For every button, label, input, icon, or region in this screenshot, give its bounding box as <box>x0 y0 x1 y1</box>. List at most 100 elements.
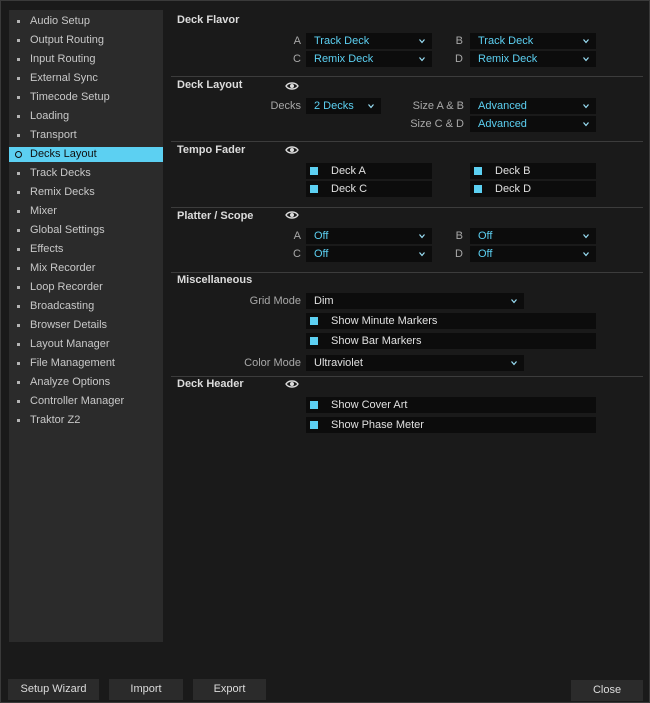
bullet-icon <box>17 229 20 232</box>
sidebar-item-label: Effects <box>30 243 64 255</box>
sidebar-item-label: Broadcasting <box>30 300 95 312</box>
sidebar-item-label: Loading <box>30 110 70 122</box>
sidebar-item-mix-recorder[interactable]: Mix Recorder <box>9 261 163 276</box>
deck-d-label: D <box>455 53 463 65</box>
show-phase-meter-checkbox[interactable]: Show Phase Meter <box>306 417 596 433</box>
chevron-down-icon <box>583 122 589 127</box>
chevron-down-icon <box>583 234 589 239</box>
bullet-icon <box>17 191 20 194</box>
decks-count-select[interactable]: 2 Decks <box>306 98 381 114</box>
deck-b-label: B <box>455 35 463 47</box>
import-button[interactable]: Import <box>109 679 183 700</box>
bullet-icon <box>17 115 20 118</box>
checkbox-checked-icon <box>310 185 318 193</box>
bullet-icon <box>17 77 20 80</box>
size-cd-select[interactable]: Advanced <box>470 116 596 132</box>
chevron-down-icon <box>419 252 425 257</box>
sidebar-item-transport[interactable]: Transport <box>9 128 163 143</box>
decks-layout-panel: Deck Flavor A Track Deck B Track Deck C … <box>171 10 643 642</box>
eye-icon[interactable] <box>285 210 299 220</box>
sidebar-item-output-routing[interactable]: Output Routing <box>9 33 163 48</box>
size-ab-select[interactable]: Advanced <box>470 98 596 114</box>
color-mode-select[interactable]: Ultraviolet <box>306 355 524 371</box>
sidebar-item-external-sync[interactable]: External Sync <box>9 71 163 86</box>
sidebar-item-global-settings[interactable]: Global Settings <box>9 223 163 238</box>
sidebar-item-label: Layout Manager <box>30 338 110 350</box>
deck-c-flavor-select[interactable]: Remix Deck <box>306 51 432 67</box>
sidebar-item-traktor-z2[interactable]: Traktor Z2 <box>9 413 163 428</box>
sidebar-item-track-decks[interactable]: Track Decks <box>9 166 163 181</box>
deck-b-flavor-select[interactable]: Track Deck <box>470 33 596 49</box>
sidebar-item-loading[interactable]: Loading <box>9 109 163 124</box>
platter-d-label: D <box>455 248 463 260</box>
sidebar-item-label: Traktor Z2 <box>30 414 81 426</box>
checkbox-label: Show Bar Markers <box>331 335 422 347</box>
eye-icon[interactable] <box>285 379 299 389</box>
sidebar-item-layout-manager[interactable]: Layout Manager <box>9 337 163 352</box>
bullet-icon <box>17 134 20 137</box>
size-ab-label: Size A & B <box>412 100 464 112</box>
deck-layout-title: Deck Layout <box>177 79 243 91</box>
export-button[interactable]: Export <box>193 679 266 700</box>
sidebar-item-broadcasting[interactable]: Broadcasting <box>9 299 163 314</box>
size-cd-label: Size C & D <box>410 118 464 130</box>
sidebar-item-effects[interactable]: Effects <box>9 242 163 257</box>
platter-a-value: Off <box>314 230 329 242</box>
sidebar-item-label: Controller Manager <box>30 395 125 407</box>
chevron-down-icon <box>419 57 425 62</box>
checkbox-label: Show Cover Art <box>331 399 408 411</box>
bullet-icon <box>17 419 20 422</box>
platter-b-select[interactable]: Off <box>470 228 596 244</box>
tempo-fader-deck-b-checkbox[interactable]: Deck B <box>470 163 596 179</box>
sidebar-item-label: Analyze Options <box>30 376 111 388</box>
sidebar-item-loop-recorder[interactable]: Loop Recorder <box>9 280 163 295</box>
setup-wizard-button[interactable]: Setup Wizard <box>8 679 99 700</box>
sidebar-item-timecode-setup[interactable]: Timecode Setup <box>9 90 163 105</box>
tempo-fader-deck-a-checkbox[interactable]: Deck A <box>306 163 432 179</box>
sidebar-item-browser-details[interactable]: Browser Details <box>9 318 163 333</box>
platter-scope-title: Platter / Scope <box>177 210 254 222</box>
deck-c-flavor-value: Remix Deck <box>314 53 374 65</box>
bullet-icon <box>17 96 20 99</box>
platter-c-select[interactable]: Off <box>306 246 432 262</box>
checkbox-checked-icon <box>310 317 318 325</box>
sidebar-item-file-management[interactable]: File Management <box>9 356 163 371</box>
show-cover-art-checkbox[interactable]: Show Cover Art <box>306 397 596 413</box>
deck-a-flavor-select[interactable]: Track Deck <box>306 33 432 49</box>
deck-d-flavor-select[interactable]: Remix Deck <box>470 51 596 67</box>
show-minute-markers-checkbox[interactable]: Show Minute Markers <box>306 313 596 329</box>
eye-icon[interactable] <box>285 81 299 91</box>
grid-mode-label: Grid Mode <box>249 295 301 307</box>
platter-d-select[interactable]: Off <box>470 246 596 262</box>
deck-flavor-title: Deck Flavor <box>177 14 240 26</box>
deck-header-title: Deck Header <box>177 378 244 390</box>
close-button[interactable]: Close <box>571 680 643 701</box>
sidebar-item-audio-setup[interactable]: Audio Setup <box>9 14 163 29</box>
tempo-fader-deck-c-checkbox[interactable]: Deck C <box>306 181 432 197</box>
sidebar-item-controller-manager[interactable]: Controller Manager <box>9 394 163 409</box>
chevron-down-icon <box>419 234 425 239</box>
tempo-fader-deck-d-checkbox[interactable]: Deck D <box>470 181 596 197</box>
miscellaneous-title: Miscellaneous <box>177 274 253 286</box>
eye-icon[interactable] <box>285 145 299 155</box>
sidebar-item-remix-decks[interactable]: Remix Decks <box>9 185 163 200</box>
sidebar-item-mixer[interactable]: Mixer <box>9 204 163 219</box>
checkbox-checked-icon <box>474 167 482 175</box>
grid-mode-select[interactable]: Dim <box>306 293 524 309</box>
show-bar-markers-checkbox[interactable]: Show Bar Markers <box>306 333 596 349</box>
bullet-icon <box>17 362 20 365</box>
sidebar-item-input-routing[interactable]: Input Routing <box>9 52 163 67</box>
sidebar-item-decks-layout[interactable]: Decks Layout <box>9 147 163 162</box>
checkbox-label: Deck C <box>331 183 368 195</box>
size-ab-value: Advanced <box>478 100 527 112</box>
chevron-down-icon <box>583 39 589 44</box>
decks-label: Decks <box>270 100 301 112</box>
size-cd-value: Advanced <box>478 118 527 130</box>
bullet-icon <box>17 58 20 61</box>
deck-a-flavor-value: Track Deck <box>314 35 370 47</box>
sidebar-item-analyze-options[interactable]: Analyze Options <box>9 375 163 390</box>
sidebar-item-label: Timecode Setup <box>30 91 110 103</box>
platter-a-select[interactable]: Off <box>306 228 432 244</box>
tempo-fader-title: Tempo Fader <box>177 144 246 156</box>
section-divider <box>171 376 643 377</box>
